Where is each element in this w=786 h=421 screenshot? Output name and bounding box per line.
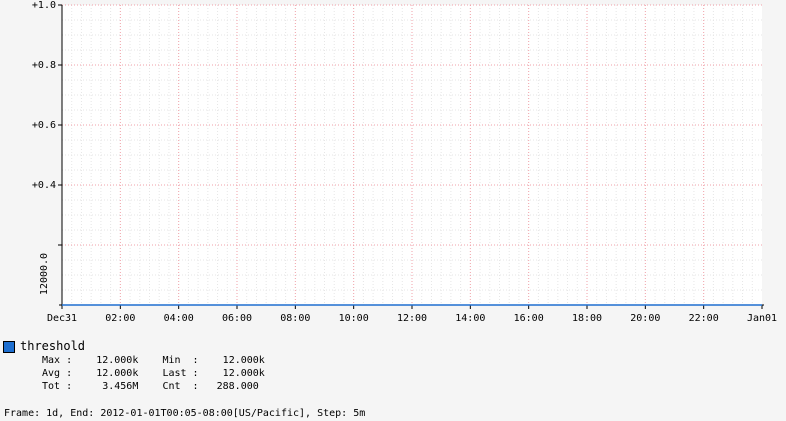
frame-info: Frame: 1d, End: 2012-01-01T00:05-08:00[U… — [4, 408, 366, 419]
y-tick-label: +0.6 — [32, 120, 56, 131]
x-tick-label: 20:00 — [630, 313, 660, 324]
stat-last-value: 12.000k — [222, 368, 265, 379]
y-tick-label: +0.8 — [32, 60, 56, 71]
stat-cnt-label: Cnt : — [162, 381, 199, 392]
legend-entry-threshold[interactable]: threshold — [3, 340, 85, 353]
stat-max-label: Max : — [42, 355, 73, 366]
x-tick-label: 18:00 — [572, 313, 602, 324]
x-tick-label: 04:00 — [164, 313, 194, 324]
stat-tot-value: 3.456M — [102, 381, 139, 392]
x-tick-label: Jan01 — [747, 313, 777, 324]
legend-swatch-icon — [3, 340, 15, 353]
series-stats: Max : 12.000k Min : 12.000k Avg : 12.000… — [42, 354, 265, 393]
x-tick-label: 14:00 — [455, 313, 485, 324]
stat-min-value: 12.000k — [222, 355, 265, 366]
x-tick-label: 08:00 — [280, 313, 310, 324]
chart-plot: +0.4 +0.6 +0.8 +1.0 12000.0 Dec31 02:00 04:00 06… — [32, 0, 777, 324]
x-tick-label: 10:00 — [339, 313, 369, 324]
legend-series-name: threshold — [20, 339, 86, 353]
stat-cnt-value: 288.000 — [216, 381, 259, 392]
stat-avg-label: Avg : — [42, 368, 73, 379]
x-tick-label: 02:00 — [105, 313, 135, 324]
stat-avg-value: 12.000k — [96, 368, 139, 379]
x-tick-label: 16:00 — [514, 313, 544, 324]
x-tick-label: 12:00 — [397, 313, 427, 324]
stat-tot-label: Tot : — [42, 381, 73, 392]
chart-legend: threshold — [3, 340, 85, 353]
y-tick-label: +0.4 — [32, 180, 56, 191]
y-extra-label: 12000.0 — [39, 253, 50, 295]
x-tick-label: Dec31 — [47, 313, 77, 324]
y-tick-label: +1.0 — [32, 0, 56, 11]
stat-last-label: Last : — [162, 368, 199, 379]
x-tick-label: 06:00 — [222, 313, 252, 324]
stat-max-value: 12.000k — [96, 355, 139, 366]
x-tick-label: 22:00 — [689, 313, 719, 324]
stat-min-label: Min : — [162, 355, 199, 366]
